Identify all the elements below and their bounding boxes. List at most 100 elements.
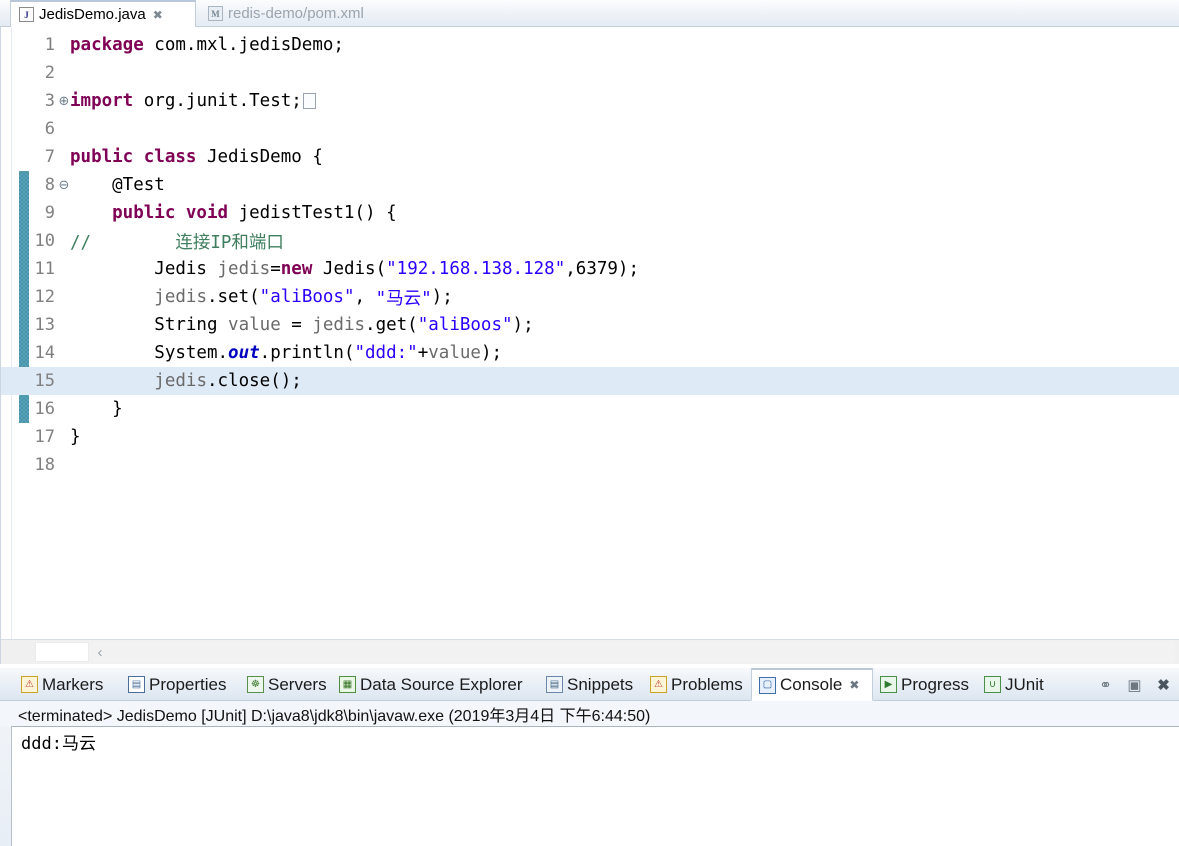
fold-expand-icon[interactable]: ⊕	[57, 87, 71, 115]
code-line[interactable]: 16 }	[1, 395, 1179, 423]
line-number: 3	[44, 91, 55, 111]
code-line[interactable]: 14 System. out .println("ddd:" + value);	[1, 339, 1179, 367]
properties-icon: ▤	[128, 676, 145, 693]
close-panel-icon[interactable]: ✖	[1154, 675, 1173, 694]
code-line[interactable]: 7 public class JedisDemo {	[1, 143, 1179, 171]
panel-tab-console[interactable]: ▢ Console ✖	[751, 668, 873, 701]
code-text: Jedis jedis = new Jedis("192.168.138.128",…	[70, 259, 640, 279]
code-line[interactable]: 1 package com.mxl.jedisDemo;	[1, 31, 1179, 59]
panel-tab-label: Snippets	[567, 674, 634, 694]
panel-tab-data-source-explorer[interactable]: ▦ Data Source Explorer	[332, 668, 539, 701]
code-text: }	[70, 427, 81, 447]
line-number: 14	[34, 343, 55, 363]
line-number: 11	[34, 259, 55, 279]
code-line[interactable]: 17}	[1, 423, 1179, 451]
line-number: 7	[44, 147, 55, 167]
editor-tab-label: JedisDemo.java	[39, 6, 146, 23]
close-icon[interactable]: ✖	[849, 678, 859, 692]
line-number: 18	[34, 455, 55, 475]
code-text: public class JedisDemo {	[70, 147, 323, 167]
panel-tab-label: Data Source Explorer	[360, 674, 523, 694]
code-text: @Test	[70, 175, 165, 195]
panel-tab-progress[interactable]: ▶ Progress	[873, 668, 977, 701]
code-text: String value = jedis .get("aliBoos");	[70, 315, 534, 335]
line-number: 16	[34, 399, 55, 419]
eclipse-ide-window: J JedisDemo.java ✖ Mredis-demo/pom.xml 1 pac…	[0, 0, 1179, 846]
problems-icon: ⚠	[650, 676, 667, 693]
junit-icon: ∪	[984, 676, 1001, 693]
code-text: public void jedistTest1() {	[70, 203, 397, 223]
panel-tab-properties[interactable]: ▤ Properties	[121, 668, 240, 701]
panel-tab-servers[interactable]: ☸ Servers	[240, 668, 332, 701]
line-number: 1	[44, 35, 55, 55]
code-text: package com.mxl.jedisDemo;	[70, 35, 344, 55]
console-output-area[interactable]: ddd:马云	[11, 726, 1179, 846]
scroll-left-arrow-icon[interactable]: ‹	[89, 640, 111, 664]
snippets-icon: ▤	[546, 676, 563, 693]
panel-tab-label: Problems	[671, 674, 743, 694]
progress-icon: ▶	[880, 676, 897, 693]
editor-tab-bar: J JedisDemo.java ✖ Mredis-demo/pom.xml	[0, 0, 1179, 27]
markers-icon: ⚠	[21, 676, 38, 693]
line-number: 17	[34, 427, 55, 447]
code-line[interactable]: 3 ⊕ import org.junit.Test;	[1, 87, 1179, 115]
java-file-icon: J	[19, 7, 34, 22]
code-line[interactable]: 11 Jedis jedis = new Jedis("192.168.138.12…	[1, 255, 1179, 283]
line-number: 13	[34, 315, 55, 335]
collapsed-imports-box-icon[interactable]	[302, 93, 316, 109]
code-line[interactable]: 10 // 连接IP和端口	[1, 227, 1179, 255]
panel-tab-label: Servers	[268, 674, 327, 694]
code-line[interactable]: 9 public void jedistTest1() {	[1, 199, 1179, 227]
code-text: }	[70, 399, 123, 419]
line-number: 10	[34, 231, 55, 251]
panel-tab-label: Progress	[901, 674, 970, 694]
code-line[interactable]: 12 jedis .set("aliBoos", "马云");	[1, 283, 1179, 311]
line-number: 8	[44, 175, 55, 195]
line-number: 15	[34, 371, 55, 391]
code-text: // 连接IP和端口	[70, 232, 284, 253]
code-text: import org.junit.Test;	[70, 87, 316, 115]
code-line[interactable]: 6	[1, 115, 1179, 143]
panel-tab-markers[interactable]: ⚠ Markers	[14, 668, 121, 701]
code-line[interactable]: 13 String value = jedis .get("aliBoos");	[1, 311, 1179, 339]
bottom-view-panel: ⚭ ▣ ✖ ⚠ Markers ▤ Properties ☸ Servers ▦ Data Sou…	[0, 668, 1179, 846]
panel-tab-label: Console	[780, 675, 843, 694]
panel-tab-problems[interactable]: ⚠ Problems	[643, 668, 751, 701]
code-lines-container[interactable]: 1 package com.mxl.jedisDemo; 2 3 ⊕ import org…	[1, 27, 1179, 639]
editor-tab-jedisdemo-java[interactable]: J JedisDemo.java ✖	[10, 0, 196, 27]
maven-file-icon: M	[208, 6, 223, 21]
code-line[interactable]: 2	[1, 59, 1179, 87]
java-editor[interactable]: 1 package com.mxl.jedisDemo; 2 3 ⊕ import org…	[0, 27, 1179, 639]
editor-tab-label: redis-demo/pom.xml	[228, 5, 364, 22]
fold-collapse-icon[interactable]: ⊖	[57, 171, 71, 199]
console-icon: ▢	[759, 676, 776, 694]
line-number: 2	[44, 63, 55, 83]
code-line[interactable]: 18	[1, 451, 1179, 479]
code-line[interactable]: 8 ⊖ @Test	[1, 171, 1179, 199]
panel-tab-label: JUnit	[1005, 674, 1044, 694]
code-text: System. out .println("ddd:" + value);	[70, 343, 503, 363]
panel-tab-label: Markers	[42, 674, 104, 694]
database-icon: ▦	[339, 676, 356, 693]
line-number: 6	[44, 119, 55, 139]
scrollbar-track[interactable]	[35, 641, 1175, 663]
code-text: jedis .set("aliBoos", "马云");	[154, 287, 453, 309]
panel-tab-snippets[interactable]: ▤ Snippets	[539, 668, 643, 701]
close-icon[interactable]: ✖	[153, 9, 163, 21]
editor-tab-pom-xml[interactable]: Mredis-demo/pom.xml	[200, 0, 412, 27]
panel-tab-label: Properties	[149, 674, 227, 694]
code-line[interactable]: 15 jedis .close();	[1, 367, 1179, 395]
panel-tab-bar: ⚭ ▣ ✖ ⚠ Markers ▤ Properties ☸ Servers ▦ Data Sou…	[0, 668, 1179, 701]
editor-horizontal-scrollbar[interactable]: ‹	[0, 639, 1179, 664]
servers-icon: ☸	[247, 676, 264, 693]
panel-tab-junit[interactable]: ∪ JUnit	[977, 668, 1053, 701]
panel-toolbar: ⚭ ▣ ✖	[1096, 668, 1173, 701]
scrollbar-thumb[interactable]	[35, 642, 89, 662]
code-text: jedis .close();	[154, 371, 302, 391]
console-output-line: ddd:马云	[21, 734, 96, 754]
line-number: 12	[34, 287, 55, 307]
minimize-icon[interactable]: ▣	[1125, 675, 1144, 694]
line-number: 9	[44, 203, 55, 223]
console-process-header: <terminated> JedisDemo [JUnit] D:\java8\…	[0, 701, 1179, 726]
pin-console-icon[interactable]: ⚭	[1096, 675, 1115, 694]
